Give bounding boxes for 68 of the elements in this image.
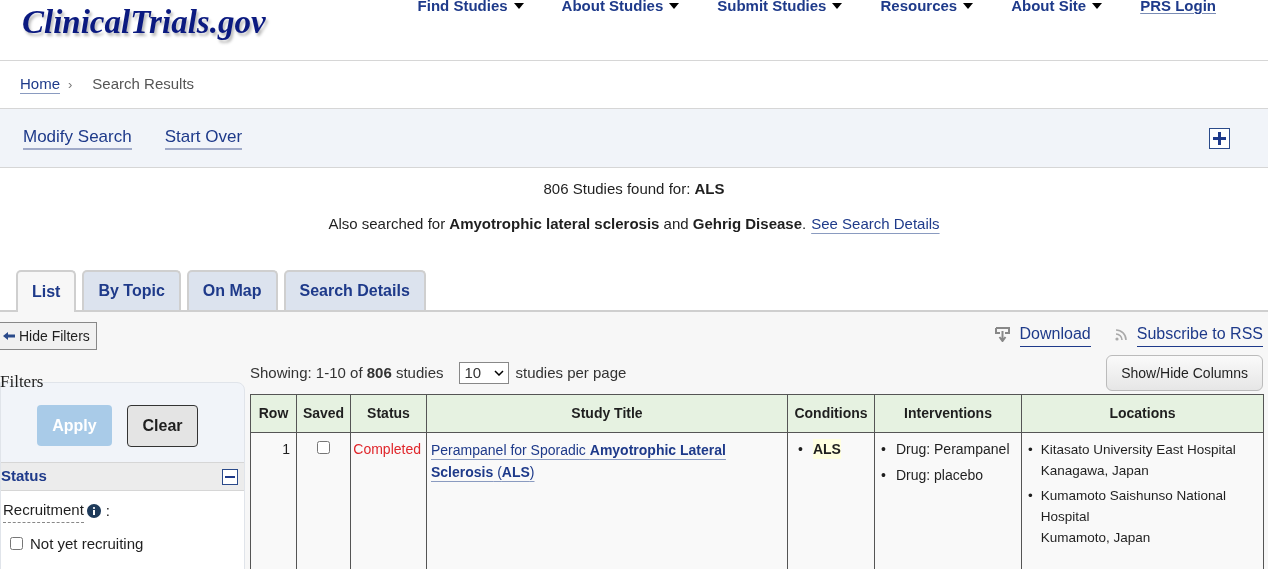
collapse-icon[interactable] (222, 468, 238, 485)
location-name: Kitasato University East Hospital (1040, 440, 1236, 459)
tab[interactable]: By Topic (82, 270, 181, 310)
intervention-item: Drug: Perampanel (895, 439, 1010, 459)
option-label: Not yet recruiting (30, 533, 144, 554)
action-link[interactable]: Modify Search (23, 126, 132, 150)
info-icon[interactable] (86, 503, 101, 518)
arrow-left-icon (3, 332, 15, 340)
rss-link[interactable]: Subscribe to RSS (1136, 322, 1263, 347)
caret-icon (513, 3, 524, 9)
download-link[interactable]: Download (1019, 322, 1091, 347)
also-searched-text: Also searched for Amyotrophic lateral sclerosis and Gehrig Disease. (328, 213, 807, 234)
study-title-link[interactable]: Perampanel for Sporadic Amyotrophic Lateral Sclerosis (ALS) (431, 438, 775, 483)
recruitment-label: Recruitment (3, 499, 84, 523)
intervention-item: Drug: placebo (895, 465, 984, 485)
bullet: • (881, 465, 886, 485)
nav-menu-item[interactable]: About Site (1011, 0, 1103, 15)
column-header[interactable]: Locations (1021, 394, 1264, 432)
site-logo[interactable]: ClinicalTrials.gov (0, 2, 266, 60)
nav-menu-item[interactable]: About Studies (561, 0, 680, 15)
nav-menu-item[interactable]: Find Studies (417, 0, 524, 15)
hide-filters-button[interactable]: Hide Filters (0, 322, 97, 350)
caret-icon (1092, 3, 1103, 9)
show-hide-columns-button[interactable]: Show/Hide Columns (1106, 355, 1263, 391)
tab[interactable]: List (16, 270, 77, 312)
rss-icon (1114, 328, 1127, 341)
column-header[interactable]: Conditions (787, 394, 875, 432)
chevron-down-icon (494, 370, 505, 377)
column-header[interactable]: Saved (296, 394, 351, 432)
location-place: Kanagawa, Japan (1040, 461, 1150, 480)
chevron-icon: › (68, 74, 73, 95)
filters-title: Filters (0, 372, 45, 392)
tab[interactable]: Search Details (283, 270, 426, 310)
nav-menu-item[interactable]: Resources (880, 0, 974, 15)
per-page-select[interactable]: 10 (459, 362, 510, 385)
section-title: Status (1, 466, 47, 487)
bullet: • (881, 439, 886, 459)
condition-item: ALS (812, 438, 841, 459)
colon-text: : (105, 500, 111, 521)
save-checkbox[interactable] (317, 440, 330, 454)
clear-button[interactable]: Clear (127, 405, 198, 447)
download-icon (994, 327, 1010, 342)
bullet: • (798, 439, 803, 459)
column-header[interactable]: Status (350, 394, 427, 432)
breadcrumb-link[interactable]: Home (20, 73, 60, 96)
expand-icon[interactable] (1209, 127, 1230, 149)
breadcrumb-current: Search Results (92, 74, 195, 95)
row-number: 1 (250, 432, 297, 569)
location-name: Kumamoto Saishunso National Hospital (1040, 486, 1228, 526)
column-header[interactable]: Interventions (874, 394, 1022, 432)
bullet: • (1028, 486, 1033, 505)
caret-icon (963, 3, 974, 9)
bullet: • (1028, 440, 1033, 459)
status-text: Completed (350, 432, 427, 569)
tab[interactable]: On Map (186, 270, 278, 310)
column-header[interactable]: Row (250, 394, 297, 432)
column-header[interactable]: Study Title (426, 394, 788, 432)
search-details-link[interactable]: See Search Details (811, 212, 940, 235)
nav-menu-item[interactable]: Submit Studies (717, 0, 843, 15)
caret-icon (832, 3, 843, 9)
results-count: 806 Studies found for: ALS (543, 179, 725, 199)
showing-count: Showing: 1-10 of 806 studies (250, 363, 444, 383)
caret-icon (669, 3, 680, 9)
location-place: Kumamoto, Japan (1040, 528, 1152, 547)
per-page-label: studies per page (515, 363, 627, 383)
checkbox[interactable] (10, 537, 23, 551)
nav-menu-item[interactable]: PRS Login (1140, 0, 1216, 15)
action-link[interactable]: Start Over (164, 126, 243, 150)
